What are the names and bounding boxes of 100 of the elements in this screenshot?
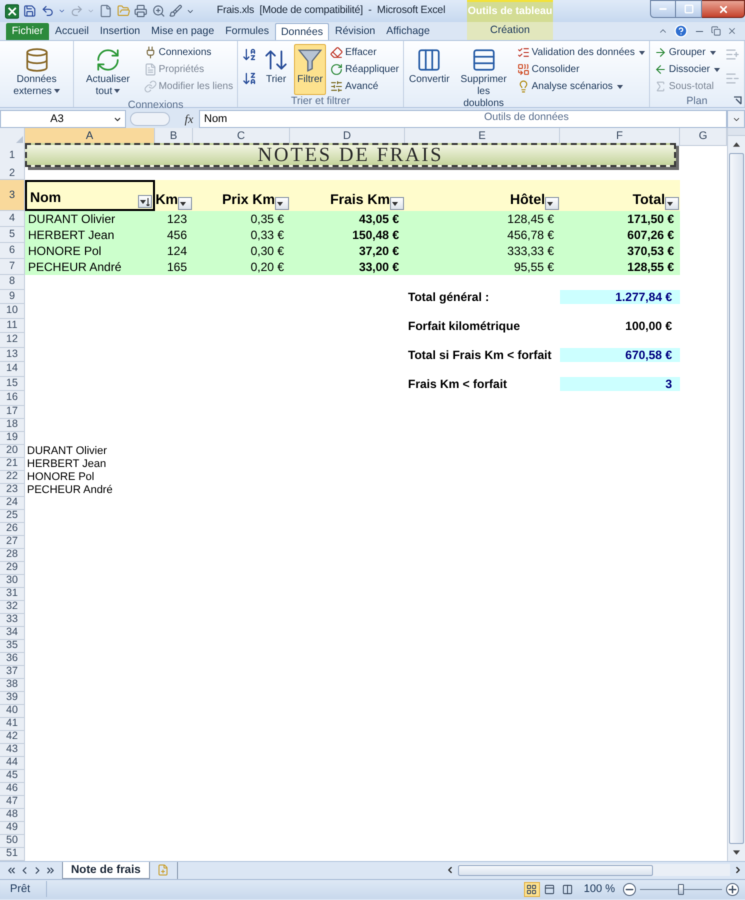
row-header[interactable]: 2 (0, 168, 25, 180)
table-cell: 124 (155, 243, 193, 259)
row-header[interactable]: 6 (0, 243, 25, 259)
ribbon-button[interactable]: Dissocier (652, 61, 722, 78)
row-header[interactable]: 29 (0, 562, 25, 574)
row-header[interactable]: 26 (0, 522, 25, 536)
row-header[interactable]: 25 (0, 510, 25, 522)
table-cell: 123 (155, 211, 193, 227)
row-header[interactable]: 16 (0, 391, 25, 406)
ribbon-button[interactable]: Trier (260, 44, 292, 95)
row-header[interactable]: 7 (0, 259, 25, 275)
row-header[interactable]: 21 (0, 458, 25, 470)
cell-text: DURANT Olivier (26, 444, 108, 458)
row-header[interactable]: 37 (0, 666, 25, 678)
table-cell: HERBERT Jean (25, 227, 155, 243)
ribbon-button[interactable]: Convertir (406, 44, 453, 111)
row-header[interactable]: 44 (0, 756, 25, 770)
row-header[interactable]: 36 (0, 652, 25, 666)
ribbon-button[interactable]: Analyse scénarios (514, 78, 647, 95)
row-header[interactable]: 49 (0, 822, 25, 834)
row-header[interactable]: 3 (0, 180, 25, 211)
table-cell: 333,33 € (405, 243, 560, 259)
row-header[interactable]: 27 (0, 536, 25, 548)
row-header[interactable]: 20 (0, 444, 25, 458)
row-header[interactable]: 18 (0, 418, 25, 432)
row-header[interactable]: 8 (0, 275, 25, 290)
row-header[interactable]: 24 (0, 496, 25, 510)
window-title: Frais.xls [Mode de compatibilité] - Microsoft Excel (216, 3, 446, 18)
row-header[interactable]: 1 (0, 143, 25, 169)
group-label: Outils de données (484, 111, 569, 123)
row-header[interactable]: 39 (0, 692, 25, 704)
ribbon-button[interactable]: Supprimer les doublons (454, 44, 513, 111)
row-header[interactable]: 10 (0, 304, 25, 318)
ribbon-button[interactable]: Connexions (142, 44, 236, 61)
row-header[interactable]: 42 (0, 730, 25, 744)
column-header[interactable]: G (680, 128, 727, 146)
row-header[interactable]: 13 (0, 348, 25, 362)
row-header[interactable]: 23 (0, 484, 25, 496)
row-header[interactable]: 12 (0, 333, 25, 348)
table-cell: 128,45 € (405, 211, 560, 227)
ribbon-button[interactable]: Validation des données (514, 44, 647, 61)
row-header[interactable]: 43 (0, 744, 25, 756)
ribbon-button[interactable]: Effacer (328, 44, 402, 61)
ribbon-button[interactable]: Données externes (2, 44, 72, 99)
row-header[interactable]: 9 (0, 290, 25, 304)
ribbon-tab[interactable]: Formules (220, 23, 274, 40)
summary-value: 670,58 € (560, 348, 680, 362)
row-header[interactable]: 28 (0, 548, 25, 562)
row-header[interactable]: 40 (0, 704, 25, 718)
row-header[interactable]: 50 (0, 834, 25, 848)
ribbon-button[interactable]: Filtrer (294, 44, 326, 95)
ribbon-button[interactable]: Consolider (514, 61, 647, 78)
sheet-title: NOTES DE FRAIS (25, 143, 676, 167)
row-header[interactable]: 19 (0, 432, 25, 444)
name-box[interactable]: A3 (0, 110, 126, 128)
ribbon-tab[interactable]: Création (467, 22, 553, 40)
ribbon-tab[interactable]: Données (274, 23, 329, 40)
ribbon-tab[interactable]: Fichier (6, 23, 49, 40)
ribbon-tab[interactable]: Mise en page (146, 23, 220, 40)
row-header[interactable]: 31 (0, 588, 25, 600)
row-header[interactable]: 34 (0, 626, 25, 640)
ribbon-tab[interactable]: Accueil (50, 23, 94, 40)
table-cell: HONORE Pol (25, 243, 155, 259)
row-header[interactable]: 17 (0, 406, 25, 418)
summary-label: Forfait kilométrique (407, 318, 522, 333)
summary-value: 100,00 € (624, 318, 673, 333)
row-header[interactable]: 5 (0, 227, 25, 243)
insert-function-button[interactable]: fx (181, 110, 197, 128)
row-header[interactable]: 47 (0, 796, 25, 808)
table-cell: 37,20 € (290, 243, 405, 259)
ribbon-tab[interactable]: Insertion (94, 23, 146, 40)
row-header[interactable]: 33 (0, 614, 25, 626)
row-header[interactable]: 15 (0, 376, 25, 391)
table-cell: 95,55 € (405, 259, 560, 275)
table-cell: 0,20 € (193, 259, 290, 275)
status-text: Prêt (0, 880, 48, 898)
row-header[interactable]: 38 (0, 678, 25, 692)
row-header[interactable]: 11 (0, 318, 25, 333)
row-header[interactable]: 41 (0, 718, 25, 730)
zoom-level[interactable]: 100 % (578, 880, 621, 898)
row-header[interactable]: 22 (0, 470, 25, 484)
row-header[interactable]: 32 (0, 600, 25, 614)
row-header[interactable]: 4 (0, 211, 25, 227)
table-cell: 165 (155, 259, 193, 275)
row-header[interactable]: 48 (0, 808, 25, 822)
sheet-tab[interactable]: Note de frais (62, 862, 150, 878)
ribbon-button[interactable]: Grouper (652, 44, 722, 61)
ribbon-button[interactable]: Réappliquer (328, 61, 402, 78)
ribbon-button[interactable]: Actualiser tout (76, 44, 140, 99)
table-cell: 33,00 € (290, 259, 405, 275)
ribbon-tab[interactable]: Affichage (381, 23, 435, 40)
row-header[interactable]: 45 (0, 770, 25, 782)
row-header[interactable]: 51 (0, 848, 25, 860)
column-heading: Frais Km (330, 191, 390, 208)
row-header[interactable]: 14 (0, 362, 25, 376)
ribbon-button[interactable]: Avancé (328, 78, 402, 95)
row-header[interactable]: 35 (0, 640, 25, 652)
row-header[interactable]: 30 (0, 574, 25, 588)
ribbon-tab[interactable]: Révision (330, 23, 380, 40)
row-header[interactable]: 46 (0, 782, 25, 796)
